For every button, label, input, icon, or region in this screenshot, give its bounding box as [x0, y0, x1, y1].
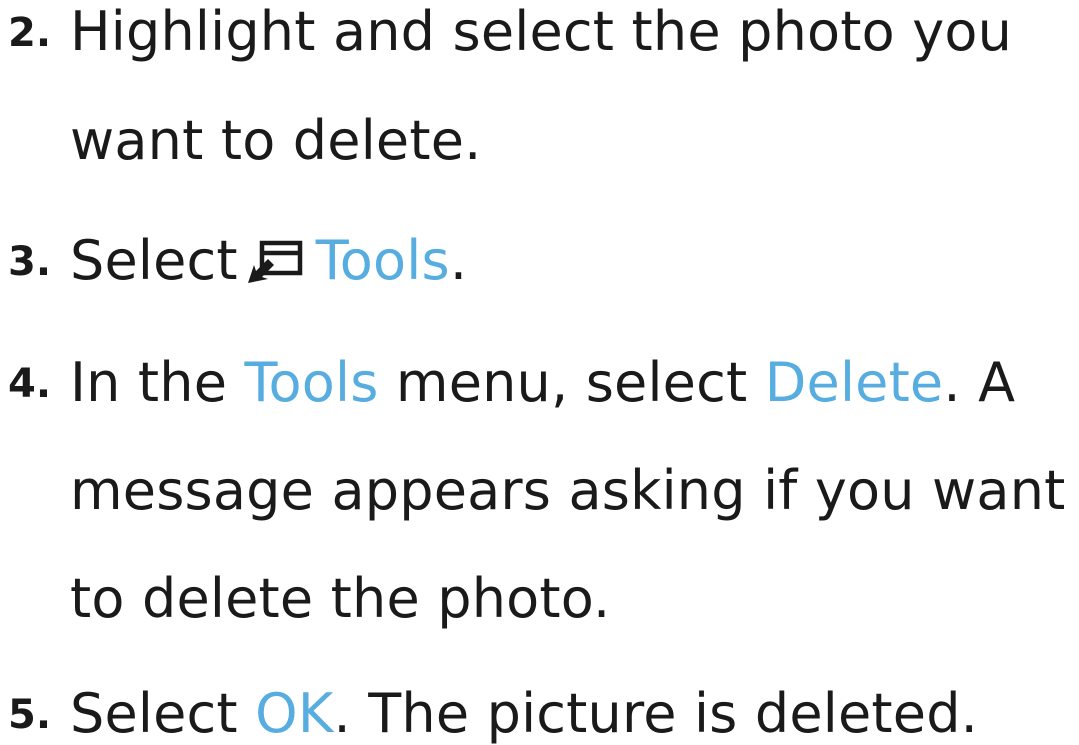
delete-keyword: Delete — [764, 351, 944, 414]
tools-icon — [244, 239, 306, 287]
step-5-text-2: . The picture is deleted. — [333, 682, 979, 745]
step-4-line-2: message appears asking if you want — [70, 459, 1066, 522]
step-5-line-1: Select OK. The picture is deleted. — [70, 687, 978, 741]
step-number: 2. — [8, 10, 52, 56]
step-3-line-1: Select Tools. — [70, 234, 467, 288]
step-number: 5. — [8, 692, 52, 738]
step-4-text-1: In the — [70, 351, 245, 414]
step-number: 4. — [8, 361, 52, 407]
step-2-line-1: Highlight and select the photo you — [70, 0, 1013, 63]
step-5-text-1: Select — [70, 682, 256, 745]
step-3-suffix: . — [449, 229, 468, 292]
tools-keyword: Tools — [315, 229, 450, 292]
step-4-line-3: to delete the photo. — [70, 567, 611, 630]
step-4-text-2: menu, select — [378, 351, 765, 414]
tools-keyword: Tools — [244, 351, 379, 414]
step-4-line-1: In the Tools menu, select Delete. A — [70, 356, 1015, 410]
step-4-text-3: . A — [943, 351, 1016, 414]
ok-keyword: OK — [255, 682, 334, 745]
step-number: 3. — [8, 239, 52, 285]
step-3-prefix: Select — [70, 229, 238, 292]
step-2-line-2: want to delete. — [70, 109, 482, 172]
